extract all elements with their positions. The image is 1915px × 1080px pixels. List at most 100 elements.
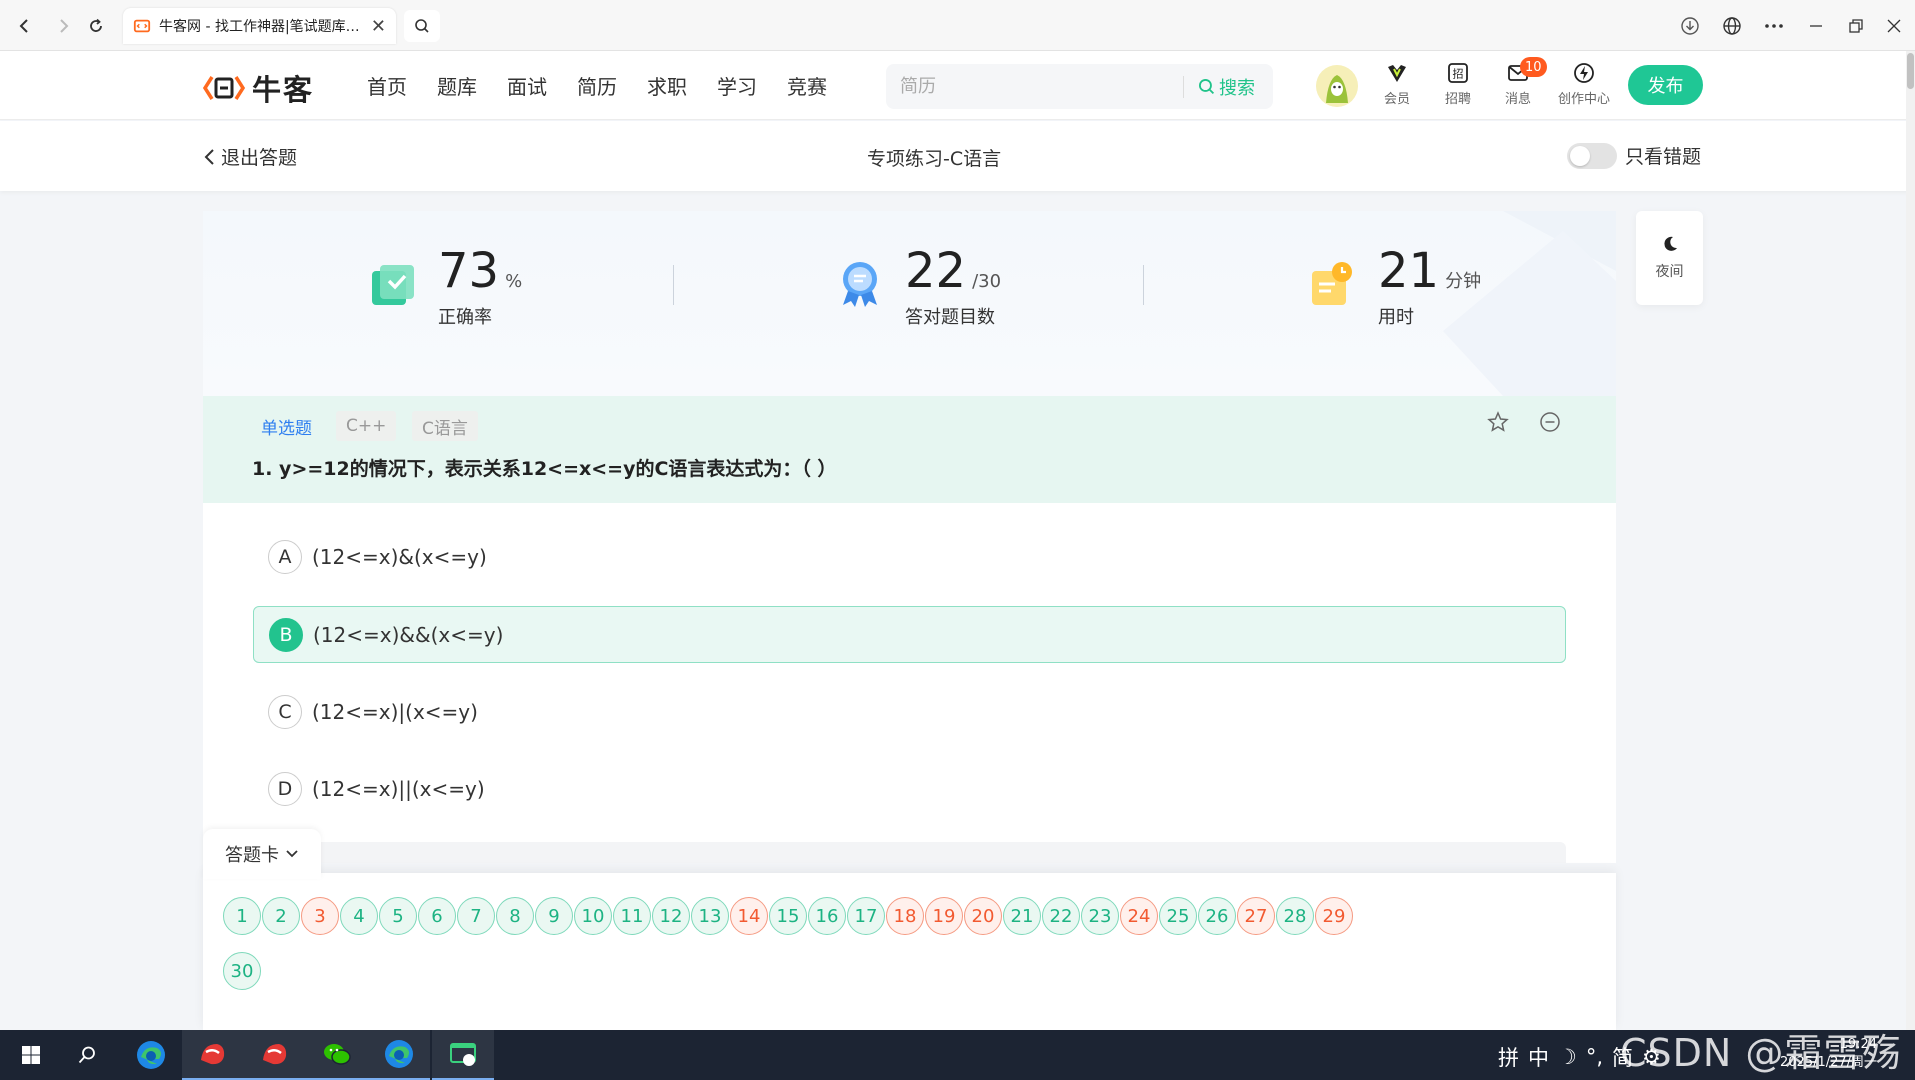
answer-card-item[interactable]: 8 [496,897,534,935]
hide-question-icon[interactable] [1538,410,1562,438]
globe-icon[interactable] [1718,12,1746,40]
wrong-only-toggle[interactable]: 只看错题 [1567,142,1701,169]
nav-item-question-bank[interactable]: 题库 [437,71,477,100]
answer-card-item[interactable]: 7 [457,897,495,935]
app-icon-red[interactable] [182,1030,244,1080]
app-icon-red[interactable] [244,1030,306,1080]
answer-card-item[interactable]: 28 [1276,897,1314,935]
answer-card-item[interactable]: 26 [1198,897,1236,935]
accuracy-unit: % [505,271,523,292]
answer-card-item[interactable]: 1 [223,897,261,935]
answer-card-item[interactable]: 18 [886,897,924,935]
answer-card-item[interactable]: 2 [262,897,300,935]
option-text: (12<=x)&(x<=y) [312,544,487,569]
practice-subheader: 退出答题 专项练习-C语言 只看错题 [0,121,1915,191]
minimize-icon[interactable] [1802,12,1830,40]
night-mode-button[interactable]: 夜间 [1636,211,1703,305]
answer-card-item[interactable]: 15 [769,897,807,935]
ime-punct-icon[interactable]: °, [1586,1045,1603,1069]
vip-entry[interactable]: 会员 [1369,61,1425,107]
answer-card-item[interactable]: 21 [1003,897,1041,935]
site-header: 牛客 首页 题库 面试 简历 求职 学习 竞赛 搜索 会员 招 招聘 消息 10… [0,51,1915,120]
search-input[interactable] [886,76,1183,97]
answer-card-item[interactable]: 27 [1237,897,1275,935]
topic-tag[interactable]: C语言 [412,411,478,441]
search-box: 搜索 [886,64,1273,109]
answer-card-item[interactable]: 30 [223,952,261,990]
answer-card-item[interactable]: 11 [613,897,651,935]
restore-icon[interactable] [1842,12,1870,40]
ime-lang[interactable]: 中 [1528,1042,1549,1072]
answer-card-item[interactable]: 20 [964,897,1002,935]
answer-card-item[interactable]: 4 [340,897,378,935]
answer-card-item[interactable]: 24 [1120,897,1158,935]
ime-icon[interactable]: 拼 [1498,1042,1519,1072]
answer-card-item[interactable]: 5 [379,897,417,935]
back-icon[interactable] [10,12,38,40]
refresh-icon[interactable] [82,12,110,40]
tab-search-icon[interactable] [404,10,440,42]
nav-item-home[interactable]: 首页 [367,71,407,100]
correct-total: /30 [972,271,1002,292]
clock-note-icon [1312,262,1352,305]
nav-item-interview[interactable]: 面试 [507,71,547,100]
creator-icon [1574,63,1594,83]
nav-item-jobs[interactable]: 求职 [647,71,687,100]
page-scrollbar[interactable] [1906,51,1915,1030]
exit-button[interactable]: 退出答题 [203,143,297,170]
nav-item-resume[interactable]: 简历 [577,71,617,100]
option-letter: B [269,617,303,652]
question-header: 单选题 C++ C语言 1. y>=12的情况下，表示关系12<=x<=y的C语… [203,396,1616,503]
browser-tab[interactable]: 牛客网 - 找工作神器|笔试题库|面试经验|实习招聘内推 ✕ [123,8,396,44]
answer-card-item[interactable]: 6 [418,897,456,935]
answer-card-item[interactable]: 29 [1315,897,1353,935]
option-b-selected[interactable]: B (12<=x)&&(x<=y) [253,606,1566,663]
logo[interactable]: 牛客 [202,67,314,109]
correct-label: 答对题目数 [905,307,995,328]
edge-browser-icon[interactable] [368,1030,430,1080]
wechat-icon[interactable] [306,1030,368,1080]
answer-card-item[interactable]: 9 [535,897,573,935]
answer-card-item[interactable]: 16 [808,897,846,935]
option-c[interactable]: C (12<=x)|(x<=y) [253,683,1566,740]
answer-card-panel: 1 2 3 4 5 6 7 8 9 10 11 12 13 14 15 16 17 18 19 20 21 22 23 24 2… [203,873,1616,1030]
nav-item-contest[interactable]: 竞赛 [787,71,827,100]
answer-card-item[interactable]: 19 [925,897,963,935]
option-d[interactable]: D (12<=x)||(x<=y) [253,760,1566,817]
time-value: 21 [1378,243,1440,299]
forward-icon[interactable] [50,12,78,40]
answer-card-item[interactable]: 3 [301,897,339,935]
edge-browser-icon[interactable] [120,1030,182,1080]
avatar[interactable] [1316,65,1358,107]
publish-button[interactable]: 发布 [1628,65,1703,105]
creator-entry[interactable]: 创作中心 [1554,61,1614,107]
nav-item-learn[interactable]: 学习 [717,71,757,100]
answer-card-item[interactable]: 14 [730,897,768,935]
answer-card-toggle[interactable]: 答题卡 [203,829,321,879]
taskbar-search-icon[interactable] [56,1030,118,1080]
option-a[interactable]: A (12<=x)&(x<=y) [253,528,1566,585]
tab-close-icon[interactable]: ✕ [371,16,386,37]
close-window-icon[interactable] [1880,12,1908,40]
answer-card-item[interactable]: 13 [691,897,729,935]
accuracy-value: 73 [438,243,500,299]
scrollbar-thumb[interactable] [1907,53,1914,89]
topic-tag[interactable]: C++ [336,411,397,441]
chat-app-icon[interactable] [432,1030,494,1080]
answer-card-item[interactable]: 23 [1081,897,1119,935]
answer-card-item[interactable]: 22 [1042,897,1080,935]
favorite-star-icon[interactable] [1486,410,1510,438]
answer-card-item[interactable]: 17 [847,897,885,935]
recruit-entry[interactable]: 招 招聘 [1430,61,1486,107]
answer-card-item[interactable]: 12 [652,897,690,935]
more-icon[interactable] [1760,12,1788,40]
download-icon[interactable] [1676,12,1704,40]
answer-card-item[interactable]: 25 [1159,897,1197,935]
search-icon [1199,79,1215,95]
start-icon[interactable] [0,1030,62,1080]
creator-label: 创作中心 [1557,92,1610,107]
toggle-switch[interactable] [1567,142,1617,169]
ime-mode-icon[interactable]: ☽ [1558,1045,1577,1069]
answer-card-item[interactable]: 10 [574,897,612,935]
search-button[interactable]: 搜索 [1184,74,1273,100]
